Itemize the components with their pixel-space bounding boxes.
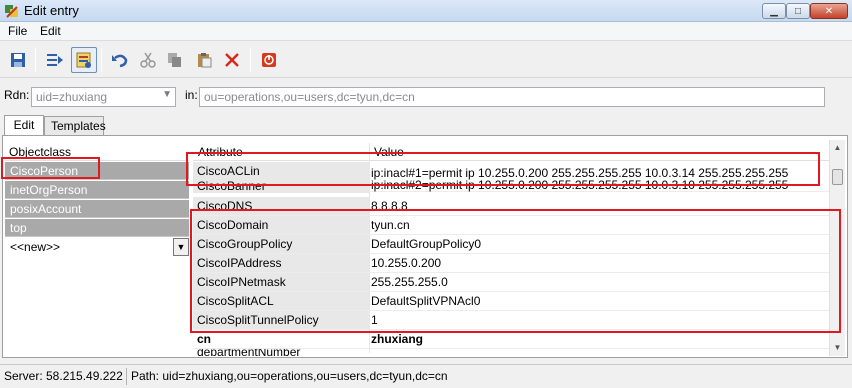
status-server: Server: 58.215.49.222	[4, 369, 123, 383]
attribute-name: CiscoDNS	[193, 197, 369, 215]
template-button[interactable]	[71, 47, 97, 73]
table-row[interactable]: CiscoIPNetmask 255.255.255.0	[193, 273, 829, 292]
value-header: Value	[369, 143, 829, 161]
tab-templates[interactable]: Templates	[44, 116, 106, 135]
rdn-row: Rdn: uid=zhuxiang ▼ in: ou=operations,ou…	[0, 84, 852, 108]
status-bar: Server: 58.215.49.222 Path: uid=zhuxiang…	[0, 364, 852, 388]
objectclass-header: Objectclass	[5, 143, 189, 161]
rdn-combo[interactable]: uid=zhuxiang ▼	[31, 87, 176, 107]
table-row[interactable]: CiscoDNS 8.8.8.8	[193, 197, 829, 216]
edit-panel: Objectclass CiscoPerson inetOrgPerson po…	[2, 135, 848, 358]
objectclass-list: Objectclass CiscoPerson inetOrgPerson po…	[3, 140, 191, 356]
template-icon	[76, 52, 91, 68]
table-row[interactable]: cn zhuxiang	[193, 330, 829, 349]
copy-icon	[168, 53, 181, 67]
objectclass-new[interactable]: <<new>> ▼	[5, 238, 189, 256]
paste-button[interactable]	[191, 47, 217, 73]
scroll-up-icon[interactable]: ▲	[830, 140, 845, 155]
attributes-button[interactable]	[42, 47, 68, 73]
table-row[interactable]: CiscoGroupPolicy DefaultGroupPolicy0	[193, 235, 829, 254]
attribute-name: CiscoIPAddress	[193, 254, 369, 272]
objectclass-item[interactable]: CiscoPerson	[5, 162, 189, 180]
attribute-name: CiscoIPNetmask	[193, 273, 369, 291]
stop-button[interactable]	[256, 47, 282, 73]
cut-icon	[140, 52, 156, 68]
attribute-value[interactable]: DefaultGroupPolicy0	[371, 237, 826, 251]
title-bar: Edit entry ▁ □ ✕	[0, 0, 852, 22]
attribute-header: Attribute	[193, 143, 369, 161]
vertical-scrollbar[interactable]: ▲ ▼	[829, 140, 845, 356]
attribute-value[interactable]: 255.255.255.0	[371, 275, 826, 289]
chevron-down-icon[interactable]: ▼	[173, 238, 189, 256]
menu-edit[interactable]: Edit	[40, 24, 61, 38]
attribute-name: CiscoSplitTunnelPolicy	[193, 311, 369, 329]
close-icon: ✕	[824, 5, 834, 17]
objectclass-item[interactable]: posixAccount	[5, 200, 189, 218]
attribute-name: CiscoBanner	[193, 180, 369, 193]
stop-icon	[262, 53, 276, 67]
maximize-button[interactable]: □	[786, 3, 810, 19]
attribute-value[interactable]: 10.255.0.200	[371, 256, 826, 270]
attribute-name: CiscoDomain	[193, 216, 369, 234]
table-row[interactable]: CiscoSplitTunnelPolicy 1	[193, 311, 829, 330]
menu-file[interactable]: File	[8, 24, 27, 38]
toolbar	[0, 42, 852, 78]
table-row[interactable]: CiscoIPAddress 10.255.0.200	[193, 254, 829, 273]
undo-icon	[112, 54, 128, 68]
objectclass-item[interactable]: top	[5, 219, 189, 237]
table-row[interactable]: CiscoDomain tyun.cn	[193, 216, 829, 235]
chevron-down-icon: ▼	[162, 89, 172, 100]
minimize-button[interactable]: ▁	[762, 3, 786, 19]
attribute-value[interactable]: 1	[371, 313, 826, 327]
attribute-value[interactable]: 8.8.8.8	[371, 199, 826, 213]
delete-button[interactable]	[219, 47, 245, 73]
scroll-down-icon[interactable]: ▼	[830, 340, 845, 355]
maximize-icon: □	[794, 5, 802, 17]
tab-edit[interactable]: Edit	[4, 115, 44, 136]
undo-button[interactable]	[107, 47, 133, 73]
save-button[interactable]	[5, 47, 31, 73]
attribute-value[interactable]: zhuxiang	[371, 332, 826, 346]
tab-strip: Edit Templates	[0, 115, 852, 136]
save-icon	[11, 53, 25, 67]
attribute-value[interactable]: DefaultSplitVPNAcl0	[371, 294, 826, 308]
paste-icon	[198, 53, 212, 68]
rdn-value: uid=zhuxiang	[36, 90, 108, 104]
objectclass-item[interactable]: inetOrgPerson	[5, 181, 189, 199]
minimize-icon: ▁	[770, 5, 778, 17]
attribute-name: cn	[197, 332, 212, 346]
attribute-name: CiscoSplitACL	[193, 292, 369, 310]
status-path: Path: uid=zhuxiang,ou=operations,ou=user…	[131, 369, 448, 383]
attribute-name: departmentNumber	[197, 349, 301, 356]
table-row[interactable]: CiscoSplitACL DefaultSplitVPNAcl0	[193, 292, 829, 311]
in-value: ou=operations,ou=users,dc=tyun,dc=cn	[204, 90, 415, 104]
in-label: in:	[185, 88, 198, 102]
cut-button[interactable]	[135, 47, 161, 73]
copy-button[interactable]	[162, 47, 188, 73]
scroll-thumb[interactable]	[832, 169, 843, 185]
attribute-name: CiscoGroupPolicy	[193, 235, 369, 253]
table-row[interactable]: CiscoBanner	[193, 180, 829, 193]
window-title: Edit entry	[24, 3, 79, 18]
close-button[interactable]: ✕	[810, 3, 848, 19]
attribute-table: Attribute Value CiscoACLin ip:inacl#1=pe…	[193, 140, 829, 356]
rdn-label: Rdn:	[4, 88, 30, 102]
app-icon	[5, 5, 18, 18]
delete-icon	[225, 53, 239, 67]
table-row[interactable]: departmentNumber	[193, 349, 829, 356]
attributes-icon	[47, 54, 63, 66]
menu-bar: File Edit	[0, 22, 852, 41]
attribute-value[interactable]: tyun.cn	[371, 218, 826, 232]
in-field[interactable]: ou=operations,ou=users,dc=tyun,dc=cn	[199, 87, 825, 107]
